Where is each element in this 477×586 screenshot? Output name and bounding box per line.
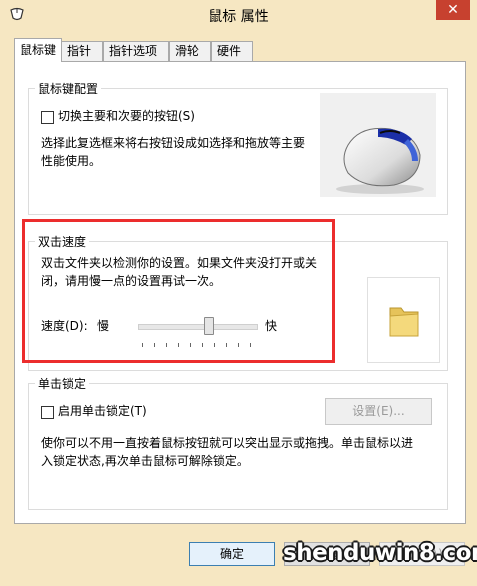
slider-tick xyxy=(226,343,227,347)
speed-slider-track[interactable] xyxy=(138,324,258,330)
click-lock-description-1: 使你可以不用一直按着鼠标按钮就可以突出显示或拖拽。单击鼠标以进 xyxy=(41,436,414,450)
double-click-label: 双击速度 xyxy=(35,233,90,250)
tab-hardware[interactable]: 硬件 xyxy=(211,41,253,61)
tab-buttons[interactable]: 鼠标键 xyxy=(14,38,62,62)
slow-label: 慢 xyxy=(97,319,110,333)
speed-slider-thumb[interactable] xyxy=(204,317,214,335)
slider-tick xyxy=(154,343,155,347)
button-config-label: 鼠标键配置 xyxy=(35,80,102,97)
slider-tick xyxy=(178,343,179,347)
click-lock-settings-button[interactable]: 设置(E)... xyxy=(325,398,432,425)
mouse-image xyxy=(320,93,436,197)
tab-pointer-options[interactable]: 指针选项 xyxy=(103,41,169,61)
click-lock-label: 单击锁定 xyxy=(35,375,90,392)
slider-tick xyxy=(214,343,215,347)
test-folder-area[interactable] xyxy=(367,277,440,363)
slider-tick xyxy=(250,343,251,347)
click-lock-checkbox-label[interactable]: 启用单击锁定(T) xyxy=(58,402,147,420)
close-button[interactable]: ✕ xyxy=(436,0,470,20)
watermark-text: shenduwin8.com xyxy=(283,540,477,566)
slider-tick xyxy=(190,343,191,347)
button-config-description-2: 性能使用。 xyxy=(41,154,102,168)
speed-label: 速度(D): xyxy=(41,319,88,333)
slider-tick xyxy=(142,343,143,347)
switch-buttons-label[interactable]: 切换主要和次要的按钮(S) xyxy=(58,107,195,125)
click-lock-description-2: 入锁定状态,再次单击鼠标可解除锁定。 xyxy=(41,454,249,468)
slider-tick xyxy=(166,343,167,347)
slider-tick xyxy=(202,343,203,347)
fast-label: 快 xyxy=(265,319,278,333)
mouse-properties-window: 鼠标 属性 ✕ 鼠标键 指针 指针选项 滑轮 硬件 鼠标键配置 切换主要和次要的… xyxy=(0,0,477,586)
window-title: 鼠标 属性 xyxy=(208,9,269,25)
tab-pointers[interactable]: 指针 xyxy=(61,41,103,61)
button-config-description-1: 选择此复选框来将右按钮设成如选择和拖放等主要 xyxy=(41,136,306,150)
ok-button[interactable]: 确定 xyxy=(189,542,275,566)
folder-icon[interactable] xyxy=(368,278,439,362)
switch-buttons-checkbox[interactable] xyxy=(41,111,54,124)
double-click-description-2: 闭，请用慢一点的设置再试一次。 xyxy=(41,274,222,288)
title-bar[interactable]: 鼠标 属性 ✕ xyxy=(0,0,477,30)
slider-tick xyxy=(238,343,239,347)
tab-wheel[interactable]: 滑轮 xyxy=(169,41,211,61)
click-lock-checkbox[interactable] xyxy=(41,406,54,419)
mouse-icon xyxy=(336,127,424,194)
double-click-description-1: 双击文件夹以检测你的设置。如果文件夹没打开或关 xyxy=(41,256,318,270)
